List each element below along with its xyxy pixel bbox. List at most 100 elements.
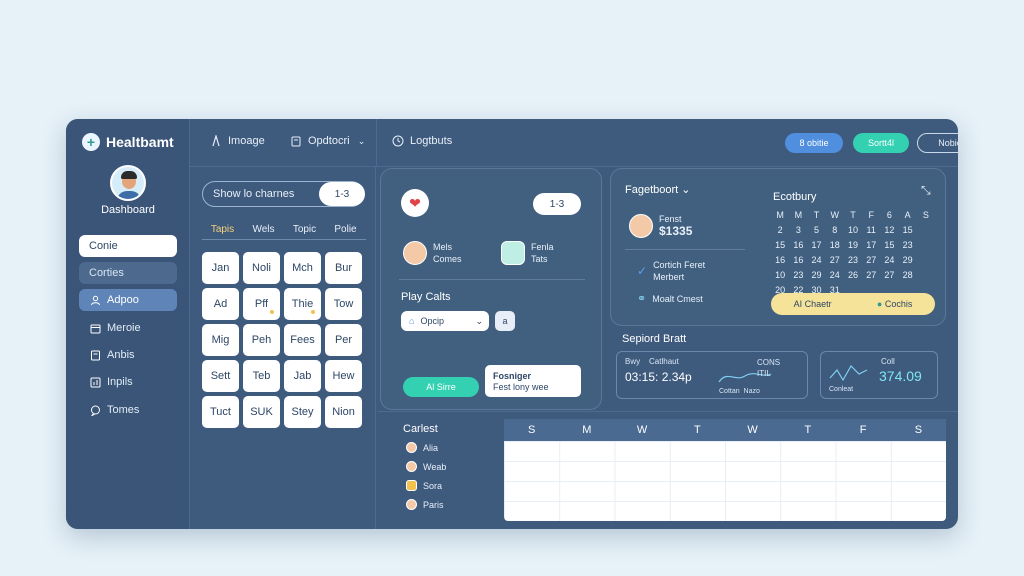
user-card[interactable]: Fenst $1335 (629, 213, 692, 238)
word-cell[interactable]: Stey (284, 396, 321, 428)
calendar-date[interactable]: 5 (807, 224, 825, 237)
info-card[interactable]: Fosniger Fest lony wee (485, 365, 581, 397)
calendar-date[interactable]: 10 (844, 224, 862, 237)
teal-button[interactable]: Al Sirre (403, 377, 479, 397)
calendar-date[interactable]: 27 (880, 269, 898, 282)
legend-item[interactable]: Sora (406, 480, 442, 491)
blue-action-button[interactable]: 8 obitie (785, 133, 843, 153)
teal-action-button[interactable]: Sortt4l (853, 133, 909, 153)
schedule-grid[interactable] (504, 441, 946, 521)
calendar-date[interactable]: 16 (789, 254, 807, 267)
day-header[interactable]: W (615, 419, 670, 441)
legend-item[interactable]: Weab (406, 461, 446, 472)
calendar-date[interactable]: 23 (844, 254, 862, 267)
small-button[interactable]: a (495, 311, 515, 331)
sidebar-item-corties[interactable]: Corties (79, 262, 177, 284)
user-item-2[interactable]: Fenla Tats (501, 241, 554, 265)
top-nav-opdtocri[interactable]: Opdtocri ⌄ (290, 135, 368, 147)
count-pill[interactable]: 1-3 (533, 193, 581, 215)
calendar-date[interactable]: 15 (880, 239, 898, 252)
calendar-date[interactable]: 26 (844, 269, 862, 282)
calendar-date[interactable]: 27 (862, 269, 880, 282)
heart-icon[interactable]: ❤ (401, 189, 429, 217)
panel-title[interactable]: Fagetboort ⌄ (625, 183, 690, 196)
calendar-date[interactable]: 2 (771, 224, 789, 237)
calendar-date[interactable]: 16 (789, 239, 807, 252)
calendar-date[interactable]: 17 (862, 239, 880, 252)
day-header[interactable]: S (504, 419, 559, 441)
word-cell[interactable]: Tow (325, 288, 362, 320)
calendar-date[interactable]: 24 (807, 254, 825, 267)
calendar-date[interactable]: 15 (771, 239, 789, 252)
stat-card-1[interactable]: Bwy Catlhaut 03:15: 2.34p CONS ITIL Cotta… (616, 351, 808, 399)
sidebar-item-meroie[interactable]: Meroie (79, 317, 177, 339)
list-item[interactable]: ✓ Cortich Feret Merbert (637, 259, 705, 283)
day-header[interactable]: T (670, 419, 725, 441)
calendar-date[interactable]: 17 (807, 239, 825, 252)
sidebar-item-inpils[interactable]: Inpils (79, 371, 177, 393)
profile-avatar[interactable] (110, 165, 146, 201)
word-cell[interactable]: Teb (243, 360, 280, 392)
word-cell[interactable]: Hew (325, 360, 362, 392)
calendar-date[interactable]: 27 (862, 254, 880, 267)
sidebar-item-tomes[interactable]: Tomes (79, 399, 177, 421)
day-header[interactable]: M (559, 419, 614, 441)
calendar-date[interactable]: 24 (826, 269, 844, 282)
word-cell[interactable]: Mig (202, 324, 239, 356)
calendar-date[interactable]: 10 (771, 269, 789, 282)
calendar-date[interactable]: 27 (826, 254, 844, 267)
calendar-date[interactable]: 15 (899, 224, 917, 237)
sidebar-item-conie[interactable]: Conie (79, 235, 177, 257)
calendar-date[interactable]: 19 (844, 239, 862, 252)
list-item[interactable]: ⚭ Moalt Cmest (637, 292, 703, 305)
word-cell[interactable]: Jan (202, 252, 239, 284)
word-cell[interactable]: Per (325, 324, 362, 356)
sidebar-item-adpoo[interactable]: Adpoo (79, 289, 177, 311)
option-dropdown[interactable]: ⌂ Opcip ⌄ (401, 311, 489, 331)
stat-card-2[interactable]: Coll 374.09 Conleat (820, 351, 938, 399)
legend-item[interactable]: Paris (406, 499, 444, 510)
word-cell[interactable]: Nion (325, 396, 362, 428)
outline-action-button[interactable]: Nobie (917, 133, 958, 153)
word-cell[interactable]: Peh (243, 324, 280, 356)
word-cell[interactable]: Tuct (202, 396, 239, 428)
day-header[interactable]: T (780, 419, 835, 441)
calendar-date[interactable]: 8 (826, 224, 844, 237)
user-item-1[interactable]: Mels Comes (403, 241, 462, 265)
top-nav-imoage[interactable]: Imoage (210, 135, 265, 147)
calendar-date[interactable]: 29 (899, 254, 917, 267)
grid-header[interactable]: Wels (243, 224, 284, 235)
sidebar-item-anbis[interactable]: Anbis (79, 344, 177, 366)
word-cell[interactable]: Mch (284, 252, 321, 284)
calendar-date[interactable]: 24 (880, 254, 898, 267)
word-cell[interactable]: Thie (284, 288, 321, 320)
grid-header[interactable]: Tapis (202, 224, 243, 235)
day-header[interactable]: F (836, 419, 891, 441)
word-cell[interactable]: Noli (243, 252, 280, 284)
word-cell[interactable]: Bur (325, 252, 362, 284)
word-cell[interactable]: Ad (202, 288, 239, 320)
calendar-date[interactable]: 23 (899, 239, 917, 252)
calendar-date[interactable]: 16 (771, 254, 789, 267)
calendar-date[interactable]: 29 (807, 269, 825, 282)
expand-icon[interactable]: ⤡ (921, 183, 931, 198)
word-cell[interactable]: Fees (284, 324, 321, 356)
calendar-date[interactable]: 23 (789, 269, 807, 282)
word-cell[interactable]: SUK (243, 396, 280, 428)
calendar-date[interactable]: 28 (899, 269, 917, 282)
calendar-date[interactable]: 3 (789, 224, 807, 237)
calendar-date[interactable]: 12 (880, 224, 898, 237)
grid-header[interactable]: Topic (284, 224, 325, 235)
day-header[interactable]: W (725, 419, 780, 441)
search-input[interactable]: Show lo charnes 1-3 (202, 181, 365, 207)
ai-bar[interactable]: AI Chaetr ● Cochis (771, 293, 935, 315)
calendar-date[interactable]: 11 (862, 224, 880, 237)
top-nav-logtbuts[interactable]: Logtbuts (392, 135, 452, 147)
word-cell[interactable]: Sett (202, 360, 239, 392)
calendar-date[interactable]: 18 (826, 239, 844, 252)
word-cell[interactable]: Jab (284, 360, 321, 392)
word-cell[interactable]: Pff (243, 288, 280, 320)
day-header[interactable]: S (891, 419, 946, 441)
legend-item[interactable]: Alia (406, 442, 438, 453)
grid-header[interactable]: Polie (325, 224, 366, 235)
